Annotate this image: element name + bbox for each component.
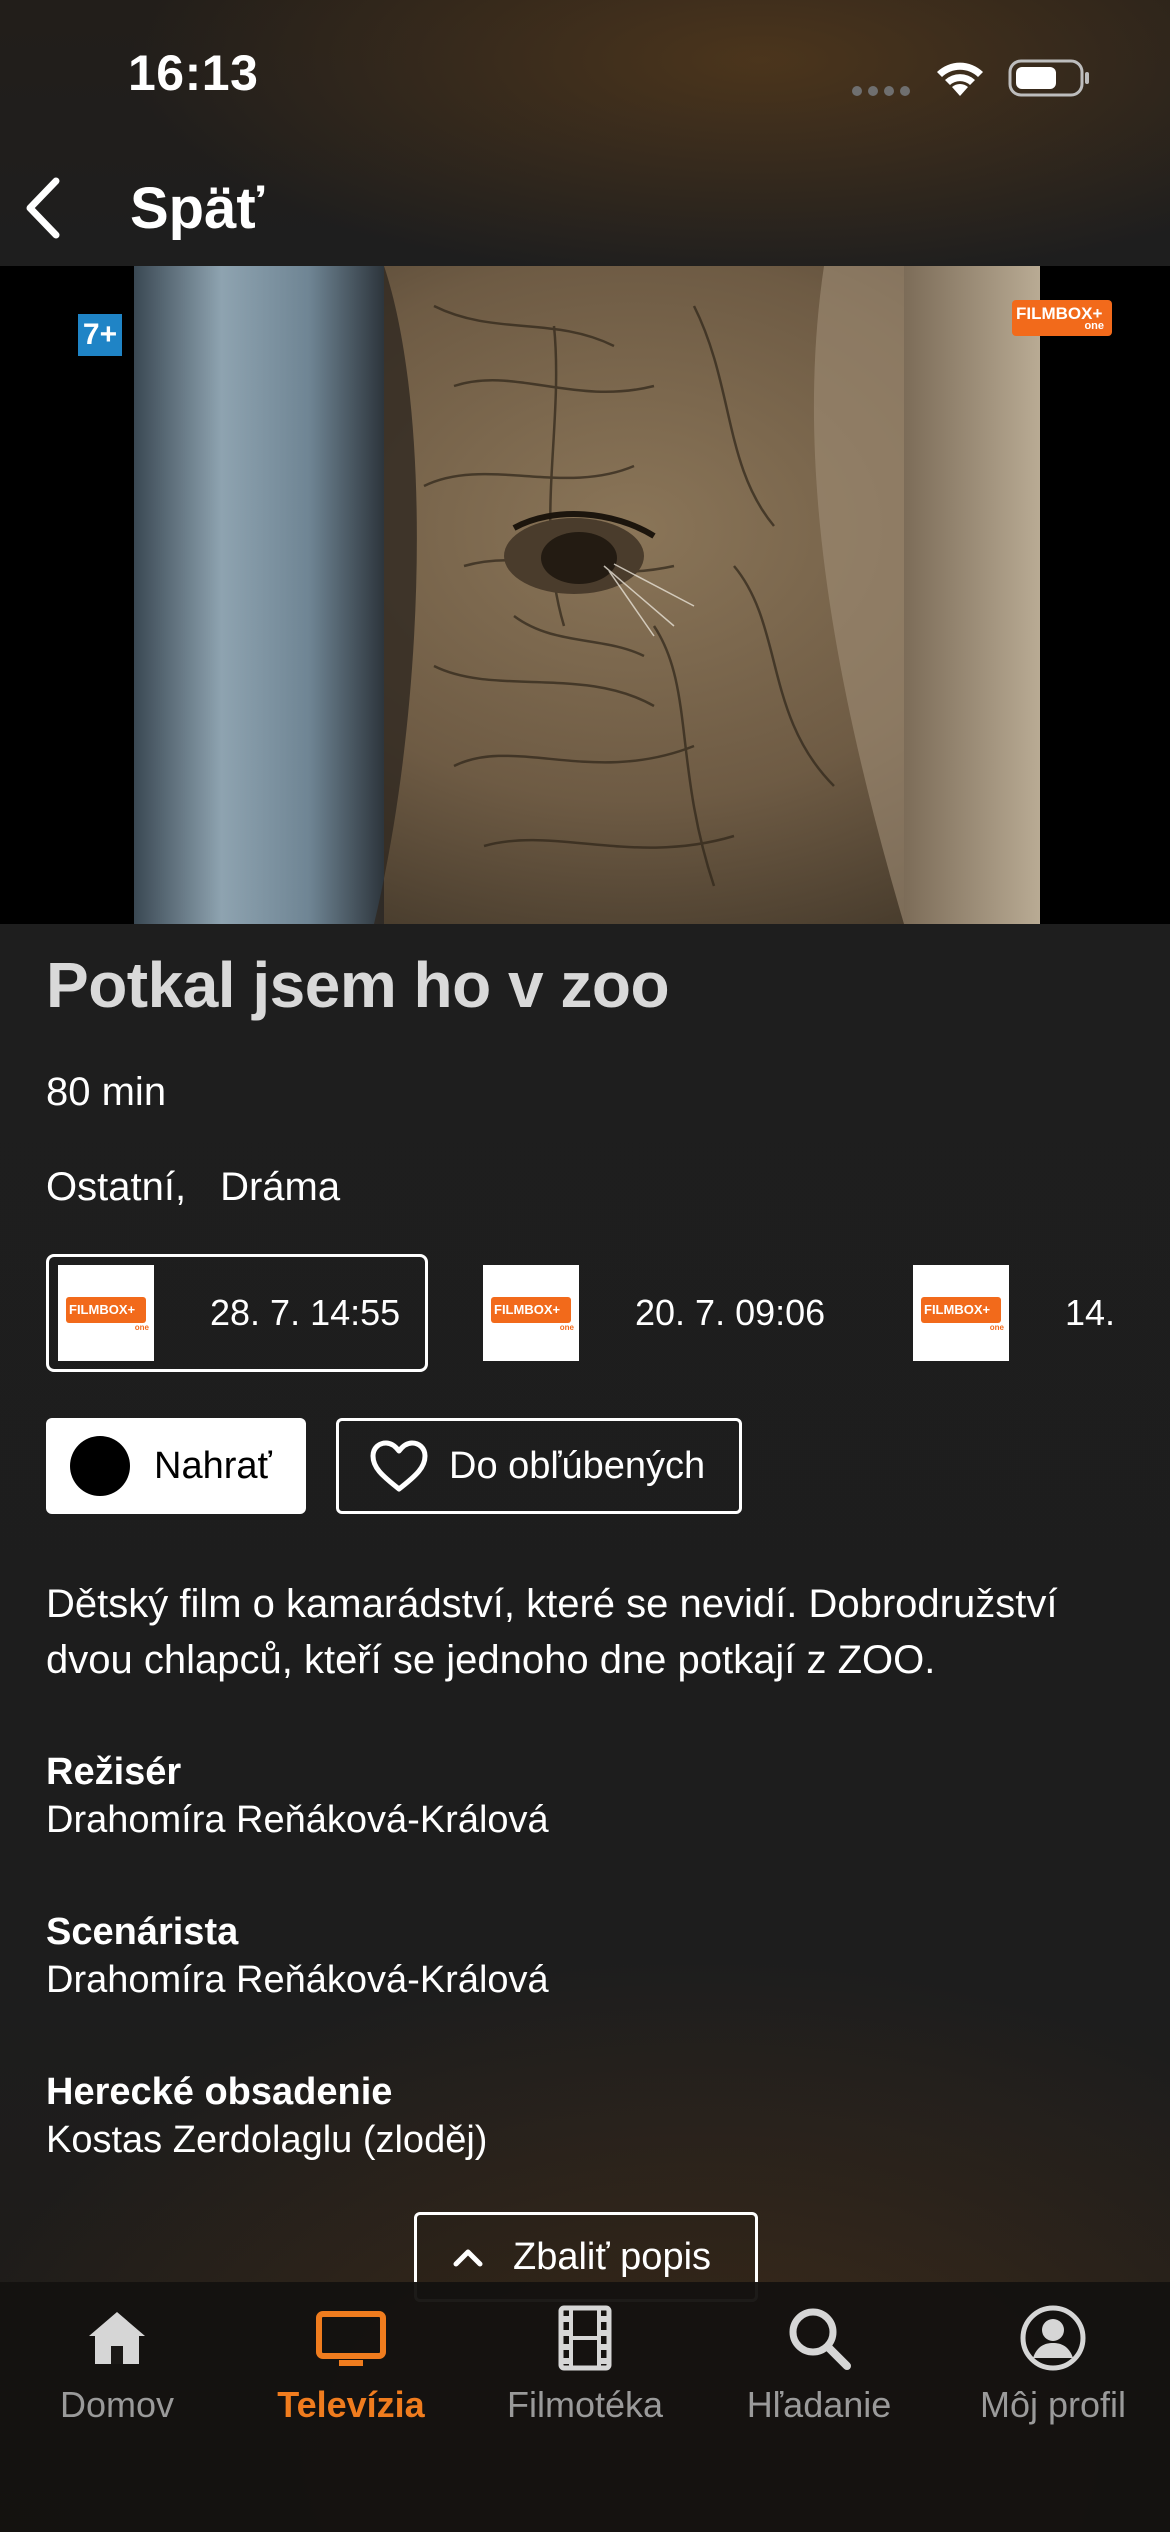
program-genres: Ostatní, Dráma	[46, 1165, 340, 1210]
channel-logo-text: FILMBOX+	[69, 1302, 136, 1317]
video-player[interactable]: 7+ FILMBOX+ one	[0, 266, 1170, 924]
credit-cast: Herecké obsadenie Kostas Zerdolaglu (zlo…	[46, 2068, 1136, 2164]
add-to-favorites-button[interactable]: Do obľúbených	[336, 1418, 742, 1514]
record-button[interactable]: Nahrať	[46, 1418, 306, 1514]
tv-icon	[316, 2311, 386, 2366]
tab-search[interactable]: Hľadanie	[702, 2282, 936, 2452]
credit-label: Režisér	[46, 1751, 182, 1793]
program-title: Potkal jsem ho v zoo	[46, 949, 670, 1021]
broadcast-time: 20. 7. 09:06	[635, 1292, 826, 1333]
tab-label: Môj profil	[979, 2384, 1127, 2425]
genre-label: Dráma	[220, 1165, 341, 1209]
header: Späť	[0, 150, 1170, 266]
action-buttons: Nahrať Do obľúbených	[46, 1418, 742, 1514]
profile-icon	[1020, 2305, 1086, 2371]
heart-icon	[370, 1440, 428, 1492]
back-button[interactable]: Späť	[18, 168, 268, 248]
broadcast-item[interactable]: FILMBOX+ one 14.	[904, 1254, 1170, 1372]
channel-logo-text: FILMBOX+	[924, 1302, 991, 1317]
credit-value: Kostas Zerdolaglu (zloděj)	[46, 2119, 488, 2161]
home-icon	[89, 2312, 145, 2364]
favorites-label: Do obľúbených	[449, 1444, 706, 1487]
wifi-icon	[937, 62, 983, 96]
program-description: Dětský film o kamarádství, které se nevi…	[46, 1582, 1058, 1682]
channel-logo: FILMBOX+ one	[483, 1265, 579, 1361]
tab-film-library[interactable]: Filmotéka	[468, 2282, 702, 2452]
channel-watermark-logo: FILMBOX+ one	[1012, 300, 1112, 336]
broadcast-list: FILMBOX+ one 28. 7. 14:55 FILMBOX+ one 2…	[46, 1254, 1170, 1372]
broadcast-item-selected[interactable]: FILMBOX+ one 28. 7. 14:55	[46, 1254, 428, 1372]
collapse-label: Zbaliť popis	[513, 2235, 712, 2278]
record-icon	[70, 1436, 130, 1496]
status-bar: 16:13	[0, 0, 1170, 150]
tab-television[interactable]: Televízia	[234, 2282, 468, 2452]
channel-logo-sub: one	[989, 1323, 1004, 1332]
film-icon	[558, 2305, 612, 2371]
program-duration: 80 min	[46, 1070, 167, 1114]
channel-watermark-sub: one	[1084, 320, 1104, 332]
credit-label: Herecké obsadenie	[46, 2071, 393, 2113]
channel-logo: FILMBOX+ one	[913, 1265, 1009, 1361]
tab-label: Domov	[59, 2384, 175, 2425]
channel-logo-sub: one	[134, 1323, 149, 1332]
channel-logo: FILMBOX+ one	[58, 1265, 154, 1361]
credit-screenwriter: Scenárista Drahomíra Reňáková-Králová	[46, 1908, 1136, 2004]
back-label: Späť	[130, 175, 265, 241]
broadcast-item[interactable]: FILMBOX+ one 20. 7. 09:06	[474, 1254, 874, 1372]
channel-logo-text: FILMBOX+	[494, 1302, 561, 1317]
tab-home[interactable]: Domov	[0, 2282, 234, 2452]
record-label: Nahrať	[154, 1444, 272, 1487]
search-icon	[789, 2308, 851, 2370]
tab-profile[interactable]: Môj profil	[936, 2282, 1170, 2452]
broadcast-time: 28. 7. 14:55	[210, 1292, 401, 1333]
credit-director: Režisér Drahomíra Reňáková-Králová	[46, 1748, 1136, 1844]
status-time: 16:13	[128, 45, 259, 101]
chevron-up-icon	[453, 2249, 483, 2267]
broadcast-time: 14.	[1065, 1292, 1116, 1333]
credit-value: Drahomíra Reňáková-Králová	[46, 1799, 549, 1841]
credit-value: Drahomíra Reňáková-Králová	[46, 1959, 549, 2001]
chevron-left-icon	[26, 177, 60, 239]
genre-label: Ostatní,	[46, 1165, 187, 1209]
tab-label: Televízia	[277, 2384, 425, 2425]
age-rating-badge: 7+	[78, 314, 122, 356]
tab-label: Hľadanie	[746, 2384, 892, 2425]
channel-logo-sub: one	[559, 1323, 574, 1332]
cellular-signal-icon	[852, 86, 916, 96]
battery-icon	[1008, 59, 1089, 97]
tab-label: Filmotéka	[506, 2384, 664, 2425]
credit-label: Scenárista	[46, 1911, 239, 1953]
video-frame-image	[134, 266, 1040, 924]
bottom-tab-bar: Domov Televízia Filmotéka Hľadanie Môj p…	[0, 2282, 1170, 2532]
